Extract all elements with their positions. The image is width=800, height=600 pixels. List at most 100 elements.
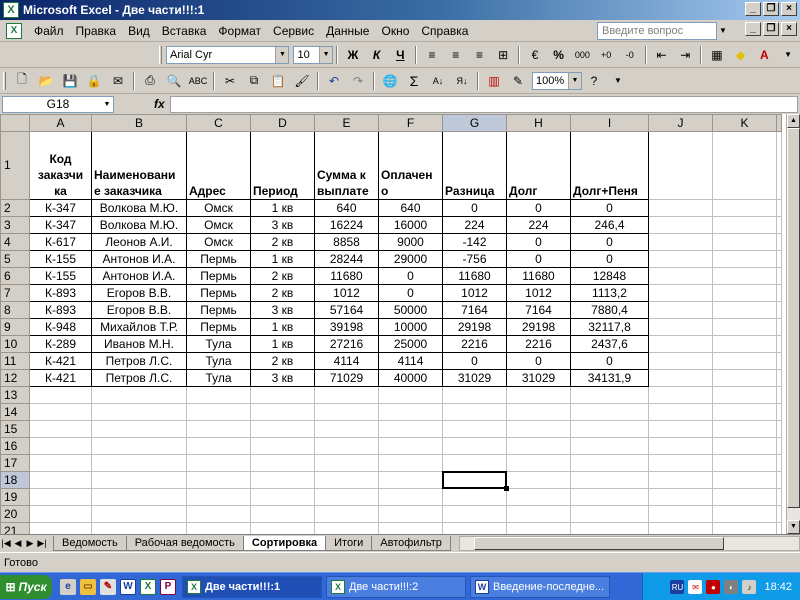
data-cell[interactable]: К-617 <box>29 233 92 251</box>
row-header[interactable]: 15 <box>0 420 30 438</box>
cell[interactable] <box>29 454 92 472</box>
row-header[interactable]: 7 <box>0 284 30 302</box>
data-cell[interactable]: 2216 <box>442 335 507 353</box>
column-header[interactable]: J <box>648 114 713 132</box>
save-icon[interactable]: 💾 <box>59 70 81 92</box>
spreadsheet-grid[interactable]: A B C D E F G H I J K 1 Код заказчи ка Наименовани е зак… <box>0 114 786 534</box>
doc-close-button[interactable]: × <box>781 22 797 36</box>
column-header[interactable]: I <box>570 114 649 132</box>
cell[interactable] <box>186 471 251 489</box>
data-cell[interactable]: 1012 <box>314 284 379 302</box>
task-button-excel-2[interactable]: X Две части!!!:2 <box>326 575 466 598</box>
row-header[interactable]: 9 <box>0 318 30 336</box>
data-cell[interactable]: 29198 <box>442 318 507 336</box>
title-bar[interactable]: X Microsoft Excel - Две части!!!:1 _ ❐ × <box>0 0 800 20</box>
cell[interactable] <box>186 386 251 404</box>
row-header[interactable]: 3 <box>0 216 30 234</box>
fx-icon[interactable]: fx <box>154 97 165 111</box>
column-header[interactable]: B <box>91 114 187 132</box>
cell[interactable] <box>776 199 782 217</box>
toolbar-options-icon[interactable]: ▼ <box>777 44 799 66</box>
ie-icon[interactable]: e <box>60 578 76 595</box>
column-header[interactable]: C <box>186 114 251 132</box>
cell[interactable] <box>506 488 571 506</box>
cell[interactable] <box>712 488 777 506</box>
bold-button[interactable]: Ж <box>342 44 364 66</box>
cell[interactable] <box>314 420 379 438</box>
data-cell[interactable]: К-893 <box>29 301 92 319</box>
cell[interactable] <box>648 369 713 387</box>
cell[interactable] <box>378 471 443 489</box>
copy-icon[interactable]: ⧉ <box>243 70 265 92</box>
cell[interactable] <box>712 199 777 217</box>
row-header[interactable]: 19 <box>0 488 30 506</box>
row-header[interactable]: 2 <box>0 199 30 217</box>
cell[interactable] <box>91 454 187 472</box>
sort-ascending-icon[interactable]: A↓ <box>427 70 449 92</box>
underline-button[interactable]: Ч <box>389 44 411 66</box>
data-cell[interactable]: 1012 <box>442 284 507 302</box>
format-painter-icon[interactable]: 🖌 <box>291 70 313 92</box>
hyperlink-icon[interactable]: 🌐 <box>379 70 401 92</box>
cell[interactable] <box>250 505 315 523</box>
name-box[interactable]: G18 ▼ <box>2 95 114 113</box>
font-size-select[interactable]: 10 ▼ <box>293 45 334 64</box>
cell[interactable] <box>648 488 713 506</box>
explorer-folder-icon[interactable]: ▭ <box>80 578 96 595</box>
doc-minimize-button[interactable]: _ <box>745 22 761 36</box>
cell[interactable] <box>250 437 315 455</box>
thousands-separator-button[interactable]: 000 <box>572 44 594 66</box>
cell[interactable] <box>250 488 315 506</box>
cell[interactable] <box>712 505 777 523</box>
data-cell[interactable]: 2 кв <box>250 233 315 251</box>
menu-view[interactable]: Вид <box>122 24 156 38</box>
cell[interactable] <box>91 522 187 534</box>
cell[interactable] <box>648 471 713 489</box>
data-cell[interactable]: Омск <box>186 199 251 217</box>
cell[interactable] <box>648 250 713 268</box>
cell[interactable] <box>29 420 92 438</box>
cell[interactable] <box>378 488 443 506</box>
cell[interactable] <box>378 454 443 472</box>
cell[interactable] <box>570 437 649 455</box>
antivirus-icon[interactable]: ● <box>706 580 721 594</box>
cell[interactable] <box>776 318 782 336</box>
new-file-icon[interactable]: 🗋 <box>11 70 33 92</box>
data-cell[interactable]: К-421 <box>29 369 92 387</box>
data-cell[interactable]: Петров Л.С. <box>91 369 187 387</box>
cell[interactable] <box>776 301 782 319</box>
menu-file[interactable]: Файл <box>28 24 70 38</box>
cell[interactable] <box>378 420 443 438</box>
header-cell[interactable]: Долг+Пеня <box>570 131 649 200</box>
print-preview-icon[interactable]: 🔍 <box>163 70 185 92</box>
cell[interactable] <box>442 522 507 534</box>
data-cell[interactable]: 2 кв <box>250 267 315 285</box>
data-cell[interactable]: Пермь <box>186 284 251 302</box>
cell[interactable] <box>91 488 187 506</box>
data-cell[interactable]: 224 <box>506 216 571 234</box>
cell[interactable] <box>776 250 782 268</box>
cell[interactable] <box>91 403 187 421</box>
data-cell[interactable]: Антонов И.А. <box>91 250 187 268</box>
cell[interactable] <box>570 420 649 438</box>
header-cell[interactable]: Код заказчи ка <box>29 131 92 200</box>
cell[interactable] <box>712 454 777 472</box>
cell[interactable] <box>776 369 782 387</box>
data-cell[interactable]: 4114 <box>378 352 443 370</box>
cell[interactable] <box>776 216 782 234</box>
spelling-icon[interactable]: ABC <box>187 70 209 92</box>
cell[interactable] <box>648 386 713 404</box>
italic-button[interactable]: К <box>366 44 388 66</box>
chevron-down-icon[interactable]: ▼ <box>275 46 289 63</box>
cell[interactable] <box>91 420 187 438</box>
data-cell[interactable]: 3 кв <box>250 301 315 319</box>
data-cell[interactable]: 16224 <box>314 216 379 234</box>
last-sheet-icon[interactable]: ▶| <box>36 536 48 551</box>
data-cell[interactable]: 32117,8 <box>570 318 649 336</box>
data-cell[interactable]: 0 <box>442 352 507 370</box>
data-cell[interactable]: 7164 <box>506 301 571 319</box>
first-sheet-icon[interactable]: |◀ <box>0 536 12 551</box>
data-cell[interactable]: 40000 <box>378 369 443 387</box>
row-header[interactable]: 10 <box>0 335 30 353</box>
cell[interactable] <box>648 420 713 438</box>
